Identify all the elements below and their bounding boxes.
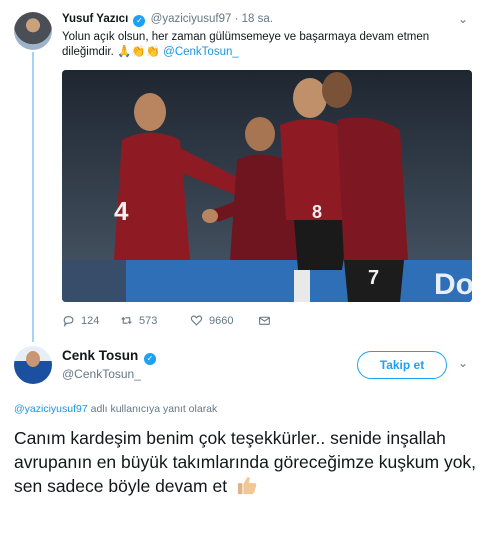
retweet-action[interactable]: 573: [120, 314, 157, 327]
separator: ·: [234, 13, 239, 25]
reply-to-handle[interactable]: @yaziciyusuf97: [14, 403, 88, 415]
tweet-text: Canım kardeşim benim çok teşekkürler.. s…: [14, 426, 479, 498]
author-handle[interactable]: @yaziciyusuf97: [151, 13, 232, 25]
jersey-number: 4: [114, 196, 129, 226]
author-name-row: Cenk Tosun ✓: [62, 348, 158, 365]
avatar[interactable]: [14, 346, 52, 384]
verified-badge-icon: ✓: [144, 353, 157, 365]
reply-count: 124: [81, 314, 100, 327]
author-name[interactable]: Cenk Tosun: [62, 348, 138, 363]
verified-badge-icon: ✓: [133, 15, 146, 27]
heart-icon: [190, 315, 203, 326]
tweet-time[interactable]: 18 sa.: [242, 13, 273, 25]
jersey-number: 8: [312, 202, 322, 222]
tweet-actions: 124 573 9660: [62, 314, 292, 330]
reply-action[interactable]: 124: [62, 314, 99, 327]
reply-to-suffix: adlı kullanıcıya yanıt olarak: [90, 403, 218, 415]
thumbs-up-icon: [237, 477, 257, 495]
football-celebration-photo: Doo 4 8 7: [62, 70, 472, 302]
envelope-icon: [259, 316, 270, 325]
like-count: 9660: [209, 314, 234, 327]
tweet-yusuf[interactable]: Yusuf Yazıcı ✓ @yaziciyusuf97 · 18 sa. ⌄…: [0, 0, 491, 338]
tweet-header: Yusuf Yazıcı ✓ @yaziciyusuf97 · 18 sa.: [62, 13, 273, 27]
retweet-icon: [121, 317, 132, 324]
like-action[interactable]: 9660: [190, 314, 233, 327]
ad-board-text: Doo: [434, 268, 472, 301]
retweet-count: 573: [139, 314, 158, 327]
jersey-number: 7: [368, 267, 379, 289]
reply-context: @yaziciyusuf97 adlı kullanıcıya yanıt ol…: [14, 403, 217, 415]
follow-button[interactable]: Takip et: [357, 351, 447, 379]
dm-action[interactable]: [258, 314, 271, 327]
emoji-sequence: 🙏👏👏: [116, 46, 160, 58]
author-name[interactable]: Yusuf Yazıcı: [62, 13, 128, 25]
chevron-down-icon[interactable]: ⌄: [458, 12, 468, 26]
avatar[interactable]: [14, 12, 52, 50]
author-handle[interactable]: @CenkTosun_: [62, 367, 141, 381]
tweet-text: Yolun açık olsun, her zaman gülümsemeye …: [62, 30, 462, 60]
mention-link[interactable]: @CenkTosun_: [163, 46, 239, 58]
chevron-down-icon[interactable]: ⌄: [458, 356, 468, 370]
tweet-photo[interactable]: Doo 4 8 7: [62, 70, 472, 302]
reply-icon: [63, 316, 74, 327]
